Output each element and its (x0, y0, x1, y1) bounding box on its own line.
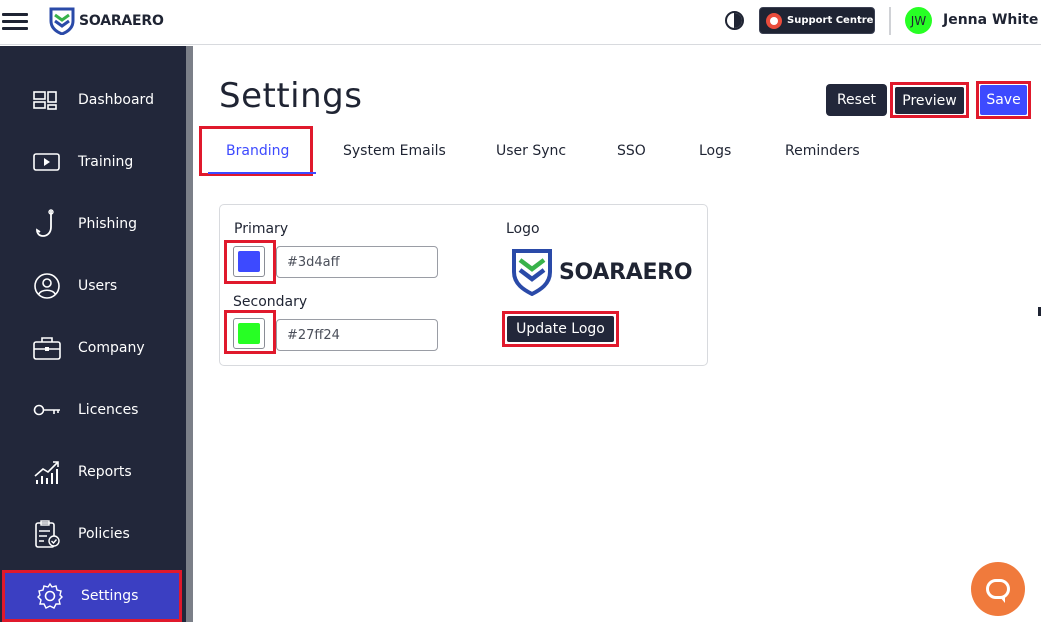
chat-bubble-button[interactable] (971, 562, 1025, 616)
tab-logs[interactable]: Logs (699, 143, 731, 159)
sidebar-item-users[interactable]: Users (0, 261, 186, 311)
key-icon (33, 396, 61, 424)
chart-icon (33, 458, 61, 486)
primary-hex-input[interactable] (276, 246, 438, 278)
secondary-color-fill (238, 323, 260, 344)
tab-reminders[interactable]: Reminders (785, 143, 860, 159)
clipboard-icon (33, 520, 61, 548)
primary-color-fill (238, 251, 260, 272)
sidebar-item-label: Policies (78, 526, 130, 542)
sidebar-item-label: Phishing (78, 216, 138, 232)
menu-icon[interactable] (2, 11, 28, 31)
logo-preview: SOARAERO (511, 248, 693, 296)
dashboard-icon (33, 86, 61, 114)
headset-icon (766, 12, 782, 29)
sidebar-item-settings[interactable]: Settings (2, 570, 182, 622)
active-tab-indicator (208, 172, 316, 174)
support-centre-button[interactable]: Support Centre (759, 7, 875, 34)
sidebar-item-phishing[interactable]: Phishing (0, 199, 186, 249)
hook-icon (33, 209, 61, 238)
sidebar-item-label: Settings (81, 588, 139, 604)
sidebar-item-policies[interactable]: Policies (0, 509, 186, 559)
brand-logo[interactable]: SOARAERO (49, 6, 164, 36)
update-logo-button[interactable]: Update Logo (507, 316, 614, 342)
tab-user-sync[interactable]: User Sync (496, 143, 566, 159)
tab-system-emails[interactable]: System Emails (343, 143, 446, 159)
chat-icon (986, 579, 1010, 603)
sidebar-item-training[interactable]: Training (0, 137, 186, 187)
primary-label: Primary (234, 221, 289, 237)
tab-branding[interactable]: Branding (226, 143, 289, 159)
sidebar-item-dashboard[interactable]: Dashboard (0, 75, 186, 125)
reset-button[interactable]: Reset (826, 84, 887, 116)
user-name[interactable]: Jenna White (943, 12, 1038, 28)
secondary-label: Secondary (233, 294, 308, 310)
primary-color-picker[interactable] (233, 246, 265, 277)
briefcase-icon (33, 334, 61, 362)
save-button[interactable]: Save (980, 85, 1027, 115)
header-divider (889, 7, 891, 35)
sidebar-item-label: Users (78, 278, 118, 294)
sidebar-item-label: Reports (78, 464, 132, 480)
gear-icon (36, 582, 64, 610)
page-title: Settings (219, 76, 363, 116)
logo-label: Logo (506, 221, 540, 237)
avatar[interactable]: JW (905, 7, 932, 34)
tab-sso[interactable]: SSO (617, 143, 646, 159)
secondary-color-picker[interactable] (233, 318, 265, 349)
sidebar-item-label: Dashboard (78, 92, 154, 108)
user-icon (33, 272, 61, 300)
brand-name: SOARAERO (79, 13, 164, 29)
sidebar-item-label: Training (78, 154, 134, 170)
sidebar-item-licences[interactable]: Licences (0, 385, 186, 435)
theme-toggle-icon[interactable] (725, 11, 744, 30)
shield-logo-icon (49, 7, 75, 35)
sidebar-item-label: Licences (78, 402, 139, 418)
sidebar-scrollbar[interactable] (186, 46, 193, 622)
preview-button[interactable]: Preview (895, 87, 964, 114)
sidebar-item-label: Company (78, 340, 145, 356)
sidebar-item-reports[interactable]: Reports (0, 447, 186, 497)
secondary-hex-input[interactable] (276, 319, 438, 351)
sidebar-item-company[interactable]: Company (0, 323, 186, 373)
video-icon (33, 148, 61, 176)
top-bar: SOARAERO Support Centre JW Jenna White (0, 0, 1041, 45)
support-centre-label: Support Centre (787, 15, 874, 26)
shield-logo-icon (512, 249, 552, 296)
logo-wordmark: SOARAERO (559, 259, 693, 285)
